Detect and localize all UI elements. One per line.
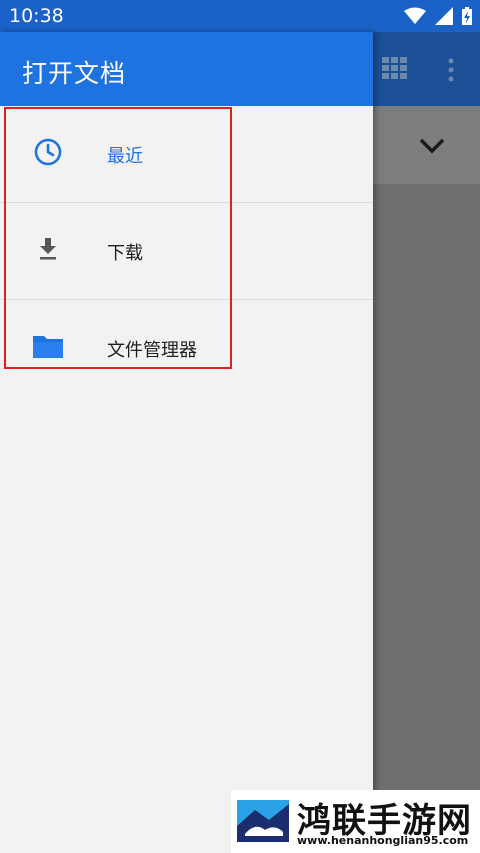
root-label-recent: 最近 <box>107 146 143 167</box>
root-item-file-manager[interactable]: 文件管理器 <box>0 300 373 397</box>
watermark: 鸿联手游网 www.henanhonglian95.com <box>231 790 480 853</box>
drawer-header: 打开文档 <box>0 32 373 106</box>
download-icon <box>40 238 56 260</box>
root-label-downloads: 下载 <box>107 243 143 264</box>
root-item-downloads[interactable]: 下载 <box>0 203 373 300</box>
more-vert-icon[interactable] <box>446 58 456 82</box>
chevron-down-icon[interactable] <box>418 137 446 155</box>
root-label-file-manager: 文件管理器 <box>107 340 197 361</box>
drawer-title: 打开文档 <box>22 59 127 88</box>
wifi-icon <box>403 7 426 24</box>
navigation-drawer: 打开文档 最近 下载 文件管理器 <box>0 32 373 853</box>
status-icons <box>400 7 472 25</box>
grid-view-icon[interactable] <box>382 57 408 79</box>
battery-charging-icon <box>462 7 472 25</box>
status-time: 10:38 <box>9 5 64 27</box>
status-bar: 10:38 <box>0 0 480 32</box>
signal-icon <box>434 7 453 25</box>
folder-icon <box>33 336 63 358</box>
watermark-url: www.henanhonglian95.com <box>297 834 469 847</box>
root-item-recent[interactable]: 最近 <box>0 106 373 203</box>
clock-icon <box>34 138 62 166</box>
watermark-logo-icon <box>237 800 289 842</box>
roots-list: 最近 下载 文件管理器 <box>0 106 373 397</box>
